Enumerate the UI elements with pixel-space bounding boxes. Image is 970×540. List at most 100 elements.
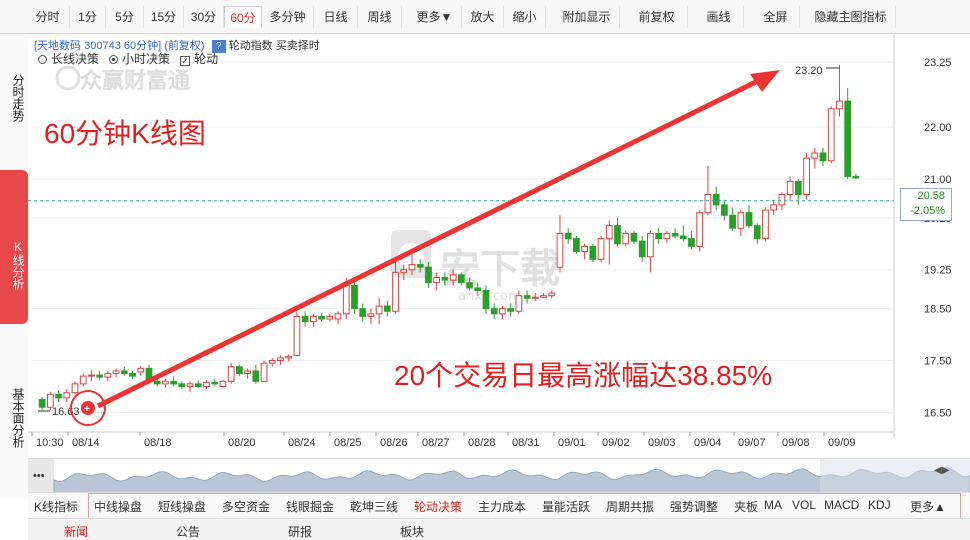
period-tab-3[interactable]: 15分 [144, 6, 184, 28]
scroll-right-icon[interactable]: ◀▶ [934, 465, 950, 476]
indicator-bar: K线指标 更多▲ 中线操盘 短线操盘 多空资金 钱眼掘金 乾坤三线 轮动决策 主力成本 量能活… [28, 492, 970, 519]
y-tick-label: 17.50 [924, 356, 952, 368]
period-tab-10[interactable]: 放大 [462, 6, 504, 28]
decision-options: 长线决策 小时决策 ✓ 轮动 [38, 50, 218, 67]
indicator-item-3[interactable]: 钱眼掘金 [286, 498, 334, 515]
indicator-item-10[interactable]: 夹板 [734, 498, 758, 515]
x-tick-label: 08/31 [512, 437, 540, 449]
period-tab-8[interactable]: 周线 [358, 6, 402, 28]
bottom-tab-3[interactable]: 板块 [400, 523, 424, 540]
bottom-tab-2[interactable]: 研报 [288, 523, 312, 540]
nav-timeshare[interactable]: 分时走势 [0, 48, 28, 148]
candle [762, 207, 769, 242]
candle [696, 210, 704, 252]
checkbox-rotation-label[interactable]: 轮动 [194, 52, 218, 66]
indicator-item-2[interactable]: 多空资金 [222, 498, 270, 515]
radio-hourly-label[interactable]: 小时决策 [122, 52, 170, 66]
period-tab-11[interactable]: 缩小 [504, 6, 546, 28]
radio-hourly[interactable] [109, 55, 119, 64]
period-tab-2[interactable]: 5分 [106, 6, 144, 28]
candle [351, 280, 358, 314]
price-change: -2.05% [910, 205, 945, 217]
period-tab-1[interactable]: 1分 [70, 6, 106, 28]
overview-scrollbar[interactable]: ••• ◀▶ [28, 458, 970, 493]
x-tick-label: 08/28 [468, 437, 496, 449]
period-tab-12[interactable]: 附加显示 [554, 6, 620, 28]
x-tick-label: 08/20 [228, 437, 256, 449]
candle [844, 88, 852, 179]
nav-fundamentals[interactable]: 基本面分析 [0, 358, 28, 478]
x-tick-label: 09/08 [782, 437, 810, 449]
indicator-item-8[interactable]: 周期共振 [606, 498, 654, 515]
candle [260, 360, 268, 383]
news-tabs: 新闻 公告 研报 板块 [28, 518, 970, 540]
indicator-item-4[interactable]: 乾坤三线 [350, 498, 398, 515]
candle [622, 230, 630, 247]
period-toolbar: 分时 1分 5分 15分 30分 60分 多分钟 日线 周线 更多▼ 放大 缩小 附加显示 前复权 画线 全屏… [0, 0, 970, 34]
period-tab-7[interactable]: 日线 [314, 6, 358, 28]
annotation-gain: 20个交易日最高涨幅达38.85% [394, 360, 773, 391]
kline-chart[interactable]: 众赢财富通 安下载 anxz.com 16.5017.5018.5019.252… [28, 34, 970, 458]
current-price: 20.58 [917, 190, 945, 202]
candle [573, 236, 580, 255]
candle [219, 380, 227, 388]
candle [827, 106, 835, 164]
candle [293, 311, 301, 357]
svg-text:16.63: 16.63 [52, 406, 80, 418]
watermark-center-text: 安下载 [440, 246, 560, 292]
x-tick-label: 08/26 [380, 437, 408, 449]
candle [803, 152, 810, 200]
more-dots-icon[interactable]: ••• [33, 470, 45, 482]
more-indicators-button[interactable]: 更多▲ [910, 498, 946, 515]
period-tab-14[interactable]: 画线 [694, 6, 744, 28]
bottom-tab-1[interactable]: 公告 [176, 523, 200, 540]
checkbox-rotation[interactable]: ✓ [180, 56, 191, 66]
x-tick-label: 08/24 [288, 437, 316, 449]
indicator-item-7[interactable]: 量能活跃 [542, 498, 590, 515]
nav-kline-analysis[interactable]: K线分析 [0, 170, 28, 324]
y-tick-label: 22.00 [924, 122, 952, 134]
indicator-item-11[interactable]: MA [764, 498, 782, 512]
y-tick-label: 18.50 [924, 304, 952, 316]
x-tick-label: 09/09 [828, 437, 856, 449]
period-tab-13[interactable]: 前复权 [626, 6, 688, 28]
period-tab-16[interactable]: 隐藏主图指标 [806, 6, 896, 28]
indicator-item-6[interactable]: 主力成本 [478, 498, 526, 515]
x-tick-label: 09/03 [648, 437, 676, 449]
indicator-item-13[interactable]: MACD [824, 498, 859, 512]
period-tab-5[interactable]: 60分 [224, 6, 262, 28]
indicator-item-5[interactable]: 轮动决策 [414, 498, 462, 515]
left-nav: 分时走势 K线分析 基本面分析 [0, 34, 29, 498]
x-tick-label: 10:30 [36, 437, 64, 449]
y-tick-label: 21.00 [924, 174, 952, 186]
candle [589, 243, 597, 262]
svg-text:23.20: 23.20 [795, 65, 823, 77]
indicator-item-12[interactable]: VOL [792, 498, 816, 512]
y-tick-label: 23.25 [924, 57, 952, 69]
indicator-item-9[interactable]: 强势调整 [670, 498, 718, 515]
x-tick-label: 08/14 [72, 437, 100, 449]
x-tick-label: 09/01 [558, 437, 586, 449]
period-tab-0[interactable]: 分时 [26, 6, 70, 28]
annotation-title: 60分钟K线图 [44, 118, 206, 149]
indicator-item-14[interactable]: KDJ [868, 498, 891, 512]
indicator-name: 轮动指数 买卖择时 [228, 40, 320, 52]
radio-long-term-label[interactable]: 长线决策 [51, 52, 99, 66]
x-tick-label: 09/07 [738, 437, 766, 449]
period-tab-15[interactable]: 全屏 [752, 6, 800, 28]
current-price-box: 20.58 -2.05% [900, 188, 952, 221]
candle [597, 236, 605, 262]
indicator-item-0[interactable]: 中线操盘 [94, 498, 142, 515]
bottom-tab-0[interactable]: 新闻 [64, 523, 88, 540]
period-tab-9[interactable]: 更多▼ [408, 6, 462, 28]
indicator-item-1[interactable]: 短线操盘 [158, 498, 206, 515]
x-tick-label: 09/02 [602, 437, 630, 449]
y-tick-label: 19.25 [924, 265, 952, 277]
watermark-left-text: 众赢财富通 [80, 68, 190, 94]
period-tab-6[interactable]: 多分钟 [262, 6, 314, 28]
x-tick-label: 08/25 [334, 437, 362, 449]
indicator-label: K线指标 [34, 500, 79, 514]
period-tab-4[interactable]: 30分 [184, 6, 224, 28]
radio-long-term[interactable] [38, 55, 47, 64]
x-tick-label: 08/18 [144, 437, 172, 449]
